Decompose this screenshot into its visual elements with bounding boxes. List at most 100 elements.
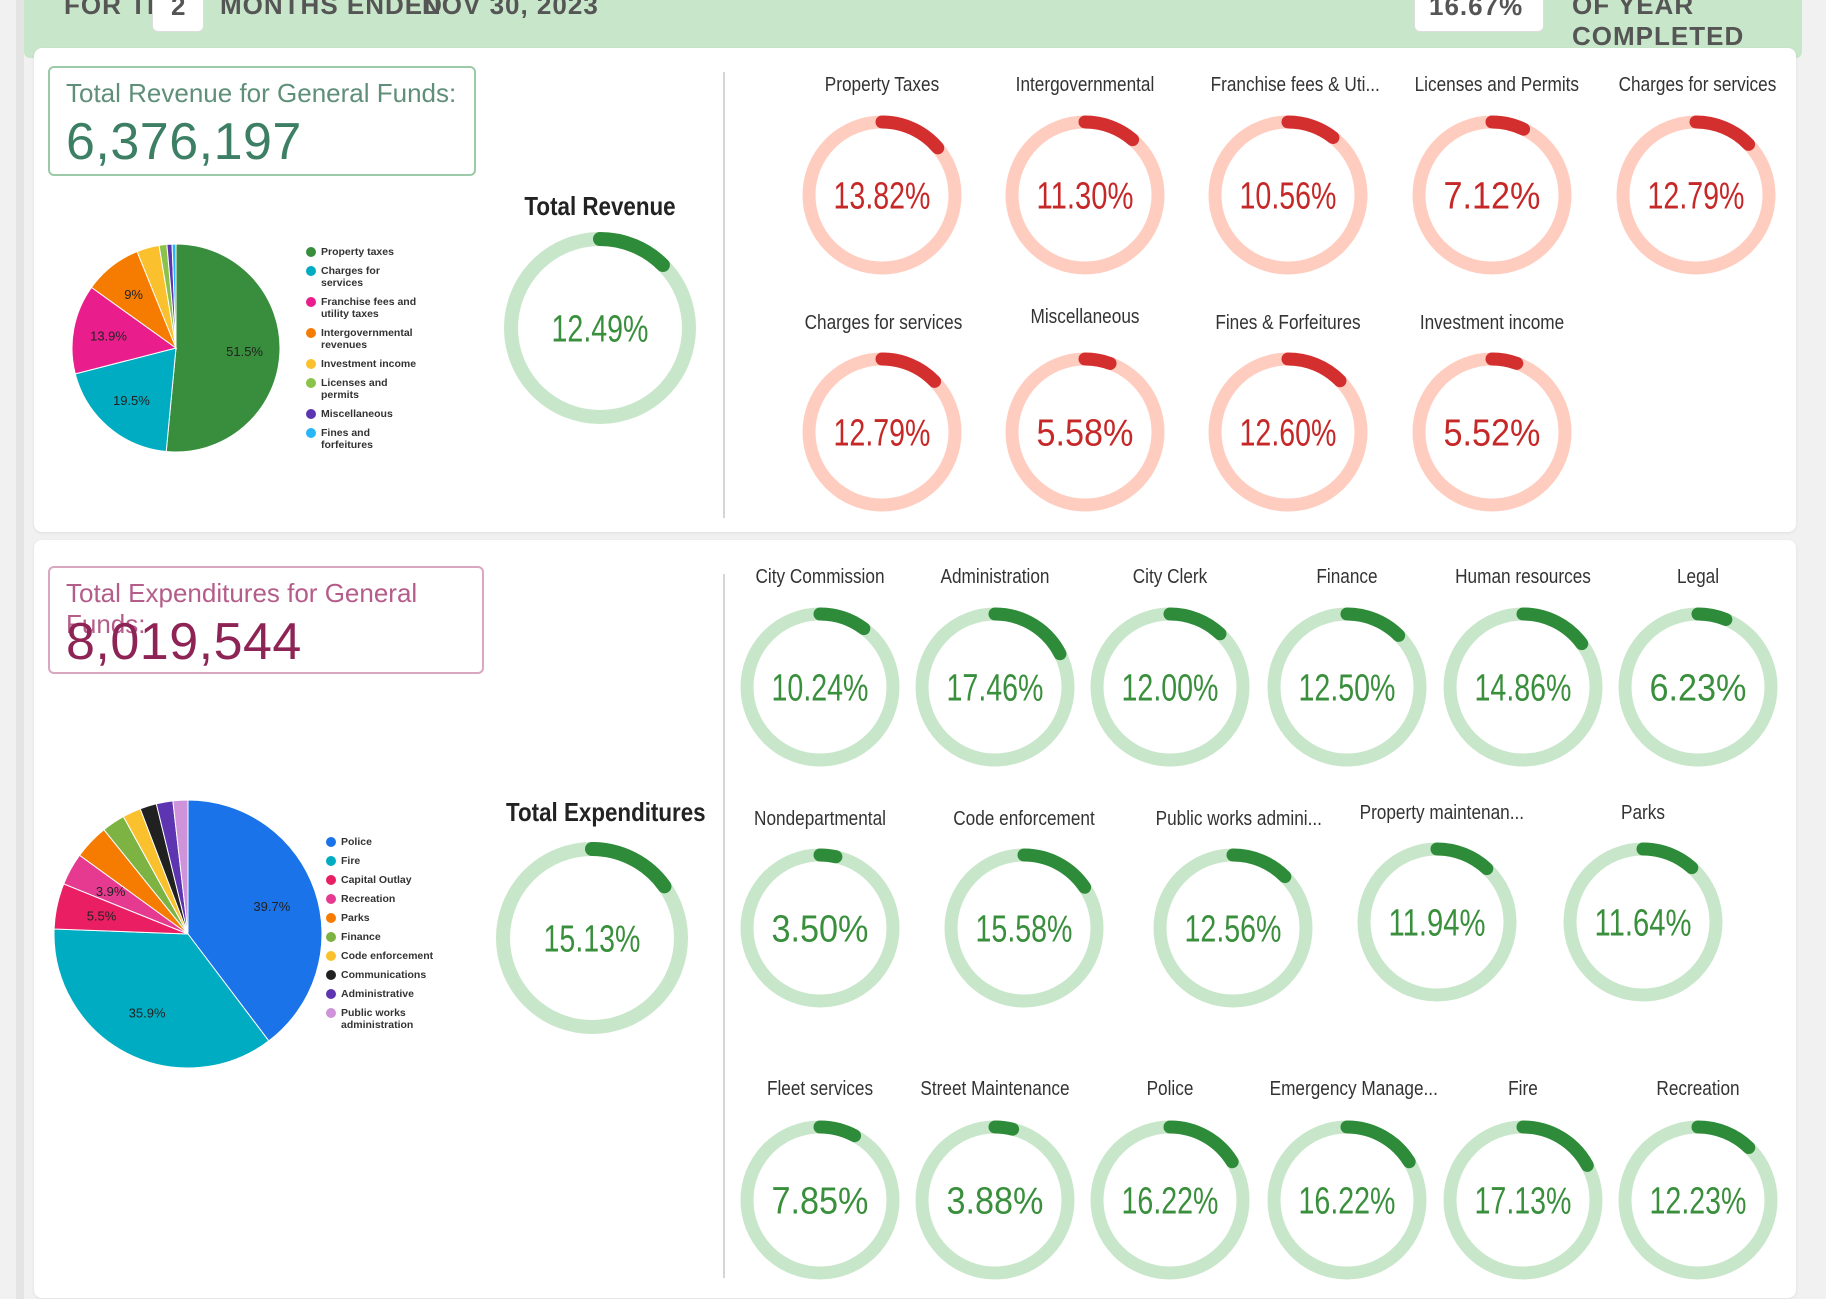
expenditure-gauge: 10.24% (740, 607, 900, 767)
expenditure-legend-item[interactable]: Communications (326, 969, 441, 981)
revenue-gauge-title: Fines & Forfeitures (1215, 312, 1361, 334)
expenditure-legend-item[interactable]: Code enforcement (326, 950, 441, 962)
expenditure-divider (723, 574, 725, 1278)
expenditure-gauge-title: Property maintenan... (1359, 802, 1525, 824)
expenditure-legend-swatch (326, 1008, 336, 1018)
total-expenditure-box: Total Expenditures for General Funds: 8,… (48, 566, 484, 674)
expenditure-legend-label: Capital Outlay (341, 874, 412, 886)
total-revenue-value: 6,376,197 (66, 113, 302, 171)
expenditure-gauge: 16.22% (1267, 1120, 1427, 1280)
expenditure-gauge-title: Nondepartmental (754, 808, 886, 830)
total-revenue-gauge: 12.49% (504, 232, 696, 424)
expenditure-legend-label: Administrative (341, 988, 414, 1000)
expenditure-gauge-value: 16.22% (1299, 1181, 1396, 1223)
revenue-gauge: 5.58% (1005, 352, 1165, 512)
revenue-legend-item[interactable]: Licenses and permits (306, 377, 421, 401)
expenditure-legend-item[interactable]: Finance (326, 931, 441, 943)
expenditure-gauge-value: 17.46% (947, 668, 1044, 710)
expenditure-gauge-title: Legal (1676, 566, 1720, 588)
expenditure-gauge-value: 14.86% (1475, 668, 1572, 710)
expenditure-legend-label: Public works administration (341, 1007, 414, 1031)
revenue-legend-label: Licenses and permits (321, 377, 388, 401)
revenue-gauge-title: Miscellaneous (1030, 306, 1140, 328)
revenue-gauge: 13.82% (802, 115, 962, 275)
expenditure-gauge-value: 10.24% (772, 668, 869, 710)
expenditure-legend-item[interactable]: Police (326, 836, 441, 848)
revenue-gauge-title: Investment income (1419, 312, 1565, 334)
expenditure-legend-label: Police (341, 836, 372, 848)
total-revenue-label: Total Revenue for General Funds: (66, 78, 457, 108)
expenditure-gauge-value: 15.58% (976, 909, 1073, 951)
revenue-legend-item[interactable]: Charges for services (306, 265, 421, 289)
revenue-legend-item[interactable]: Intergovernmental revenues (306, 327, 421, 351)
expenditure-legend-item[interactable]: Recreation (326, 893, 441, 905)
total-expenditure-gauge: 15.13% (496, 842, 688, 1034)
expenditure-gauge: 11.64% (1563, 842, 1723, 1002)
expenditure-legend-swatch (326, 951, 336, 961)
expenditure-gauge-value: 11.94% (1389, 903, 1486, 945)
expenditure-pie-slice-label: 3.9% (96, 884, 126, 899)
expenditure-gauge: 6.23% (1618, 607, 1778, 767)
expenditure-gauge: 3.88% (915, 1120, 1075, 1280)
expenditure-gauge: 7.85% (740, 1120, 900, 1280)
revenue-legend-swatch (306, 378, 316, 388)
revenue-gauge-value: 5.58% (1037, 413, 1134, 455)
expenditure-legend-label: Communications (341, 969, 427, 981)
expenditure-legend-swatch (326, 875, 336, 885)
revenue-legend-item[interactable]: Investment income (306, 358, 421, 370)
expenditure-gauge-title: Fire (1508, 1078, 1538, 1100)
revenue-gauge-title: Intergovernmental (1015, 74, 1155, 96)
expenditure-gauge: 16.22% (1090, 1120, 1250, 1280)
expenditure-legend-item[interactable]: Parks (326, 912, 441, 924)
months-selector[interactable]: 2 (152, 0, 204, 32)
expenditure-gauge: 12.23% (1618, 1120, 1778, 1280)
revenue-pie-chart: 51.5% 19.5% 13.9% 9% (71, 243, 281, 453)
revenue-gauge-value: 12.79% (1648, 176, 1745, 218)
revenue-gauge-value: 13.82% (834, 176, 931, 218)
expenditure-gauge-title: Public works admini... (1155, 808, 1322, 830)
expenditure-legend-swatch (326, 856, 336, 866)
expenditure-gauge: 17.46% (915, 607, 1075, 767)
revenue-gauge-value: 12.60% (1240, 413, 1337, 455)
left-rule (16, 0, 24, 1299)
expenditure-pie-chart: 39.7% 35.9% 5.5% 3.9% (53, 799, 323, 1069)
revenue-legend-item[interactable]: Property taxes (306, 246, 421, 258)
expenditure-gauge: 12.00% (1090, 607, 1250, 767)
revenue-legend-label: Charges for services (321, 265, 380, 289)
revenue-legend-label: Property taxes (321, 246, 394, 258)
expenditure-gauge-value: 3.50% (772, 909, 869, 951)
revenue-legend-label: Intergovernmental revenues (321, 327, 413, 351)
expenditure-gauge-title: Parks (1621, 802, 1665, 824)
dashboard: FOR THE 2 MONTHS ENDED NOV 30, 2023 16.6… (0, 0, 1826, 1299)
revenue-legend-item[interactable]: Miscellaneous (306, 408, 421, 420)
revenue-legend-swatch (306, 409, 316, 419)
expenditure-pie-slice-label: 5.5% (87, 909, 117, 924)
revenue-gauge: 11.30% (1005, 115, 1165, 275)
expenditure-legend-swatch (326, 989, 336, 999)
expenditure-legend-swatch (326, 913, 336, 923)
expenditure-gauge: 12.56% (1153, 848, 1313, 1008)
expenditure-legend-label: Code enforcement (341, 950, 434, 962)
revenue-legend-label: Fines and forfeitures (321, 427, 373, 451)
revenue-legend-item[interactable]: Fines and forfeitures (306, 427, 421, 451)
expenditure-legend-item[interactable]: Fire (326, 855, 441, 867)
revenue-gauge: 10.56% (1208, 115, 1368, 275)
revenue-pie-slice-label: 9% (124, 287, 143, 302)
revenue-legend-label: Investment income (321, 358, 417, 370)
expenditure-gauge-value: 12.56% (1185, 909, 1282, 951)
revenue-legend-item[interactable]: Franchise fees and utility taxes (306, 296, 421, 320)
expenditure-legend-item[interactable]: Capital Outlay (326, 874, 441, 886)
expenditure-legend-label: Recreation (341, 893, 396, 905)
revenue-gauge-value: 10.56% (1240, 176, 1337, 218)
year-completed-label: OF YEAR COMPLETED (1572, 0, 1745, 51)
expenditure-gauge-value: 6.23% (1650, 668, 1747, 710)
expenditure-legend-item[interactable]: Administrative (326, 988, 441, 1000)
revenue-gauge-title: Franchise fees & Uti... (1210, 74, 1380, 96)
revenue-legend-label: Franchise fees and utility taxes (321, 296, 417, 320)
revenue-gauge: 7.12% (1412, 115, 1572, 275)
revenue-gauge-value: 11.30% (1037, 176, 1134, 218)
pct-year-box: 16.67% (1414, 0, 1544, 32)
revenue-pie-slice-label: 51.5% (226, 344, 263, 359)
revenue-gauge-title: Licenses and Permits (1414, 74, 1580, 96)
expenditure-legend-item[interactable]: Public works administration (326, 1007, 441, 1031)
